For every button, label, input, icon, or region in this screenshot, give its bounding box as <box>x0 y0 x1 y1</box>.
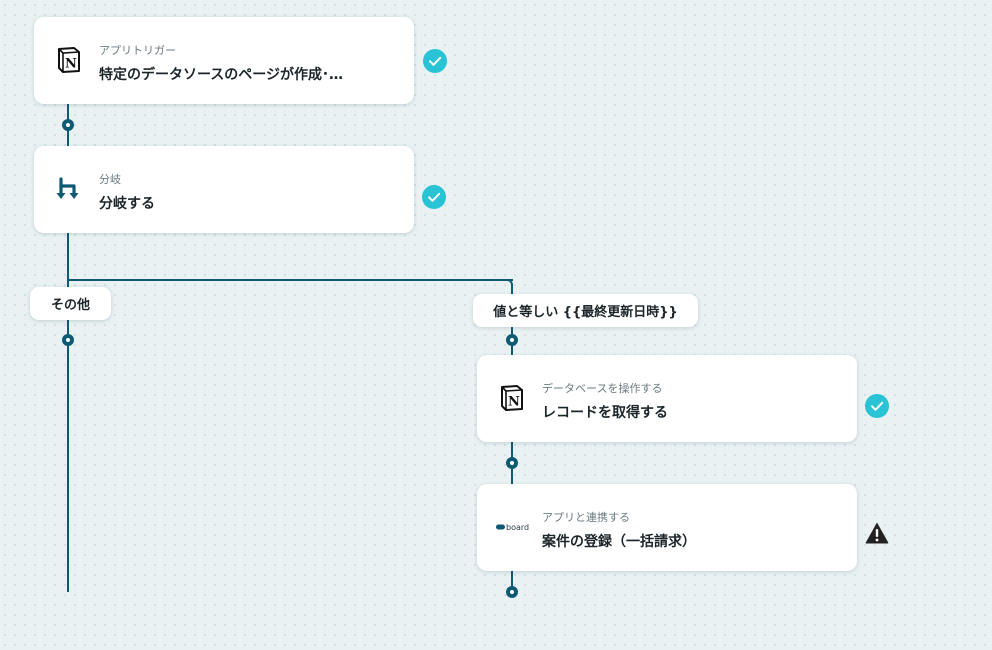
success-check-icon <box>865 394 889 418</box>
add-step-button[interactable] <box>506 334 518 346</box>
branch-icon <box>54 174 84 204</box>
add-step-button[interactable] <box>62 119 74 131</box>
flow-canvas: N アプリトリガー 特定のデータソースのページが作成･… 分岐 分岐する その他… <box>0 0 992 650</box>
step-title: 分岐する <box>99 196 155 212</box>
success-check-icon <box>422 185 446 209</box>
svg-text:N: N <box>65 57 77 72</box>
step-type-label: アプリと連携する <box>542 511 630 524</box>
step-title: 案件の登録（一括請求） <box>542 534 696 550</box>
notion-icon: N <box>497 383 527 413</box>
notion-icon: N <box>54 45 84 75</box>
add-step-button[interactable] <box>506 586 518 598</box>
branch-split-line <box>67 279 513 281</box>
svg-text:board: board <box>506 523 529 532</box>
branch-label-condition[interactable]: 値と等しい {{最終更新日時}} <box>473 294 698 327</box>
warning-icon <box>865 522 889 544</box>
step-type-label: アプリトリガー <box>99 44 176 57</box>
step-type-label: データベースを操作する <box>542 382 663 395</box>
success-check-icon <box>423 49 447 73</box>
step-type-label: 分岐 <box>99 173 121 186</box>
step-title: レコードを取得する <box>542 405 668 421</box>
svg-text:N: N <box>508 395 520 410</box>
database-operation-step-card[interactable]: N データベースを操作する レコードを取得する <box>477 355 857 442</box>
step-title: 特定のデータソースのページが作成･… <box>99 67 344 83</box>
app-integration-step-card[interactable]: board アプリと連携する 案件の登録（一括請求） <box>477 484 857 571</box>
trigger-step-card[interactable]: N アプリトリガー 特定のデータソースのページが作成･… <box>34 17 414 104</box>
branch-label-other[interactable]: その他 <box>30 287 111 320</box>
branch-step-card[interactable]: 分岐 分岐する <box>34 146 414 233</box>
add-step-button[interactable] <box>62 334 74 346</box>
board-logo-icon: board <box>495 512 531 542</box>
add-step-button[interactable] <box>506 457 518 469</box>
